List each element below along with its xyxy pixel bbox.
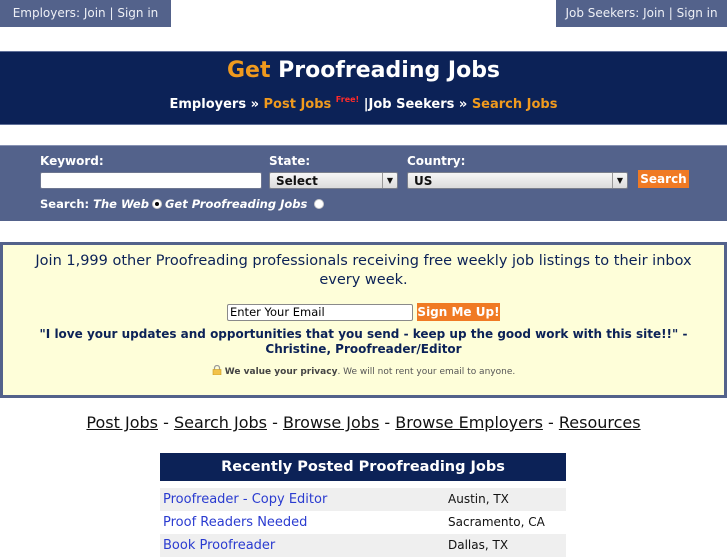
post-jobs-link[interactable]: Post Jobs — [86, 413, 158, 432]
employers-label: Employers: — [12, 6, 80, 20]
search-bar: Keyword: State: Select ▼ Country: US ▼ S… — [0, 145, 727, 221]
job-location: Sacramento, CA — [448, 515, 545, 529]
privacy-note: We value your privacy. We will not rent … — [3, 365, 724, 377]
country-label: Country: — [407, 154, 466, 168]
job-seekers-label: Job Seekers » — [368, 97, 468, 112]
state-select-value: Select — [276, 174, 318, 188]
link-separator: - — [542, 413, 559, 432]
employers-signin-link[interactable]: Sign in — [117, 6, 158, 20]
state-label: State: — [269, 154, 311, 168]
signup-pitch: Join 1,999 other Proofreading profession… — [35, 253, 692, 288]
header-subnav: Employers » Post Jobs Free! |Job Seekers… — [0, 91, 727, 114]
job-location: Dallas, TX — [448, 538, 509, 552]
search-scope-label: Search: — [40, 197, 90, 211]
job-title-link[interactable]: Book Proofreader — [163, 534, 275, 557]
recent-jobs-list: Proofreader - Copy Editor Austin, TX Pro… — [160, 488, 566, 557]
email-row: Enter Your Email Sign Me Up! — [3, 303, 724, 324]
country-select-value: US — [414, 174, 433, 188]
jobseekers-signin-link[interactable]: Sign in — [677, 6, 718, 20]
lock-icon — [212, 365, 222, 375]
site-title[interactable]: Get Proofreading Jobs — [0, 57, 727, 85]
scope-web-label: The Web — [93, 197, 149, 211]
sign-me-up-button[interactable]: Sign Me Up! — [417, 303, 500, 321]
email-input[interactable]: Enter Your Email — [227, 304, 413, 321]
testimonial-quote: "I love your updates and opportunities t… — [39, 327, 688, 356]
jobseekers-label: Job Seekers: — [565, 6, 640, 20]
jobseekers-join-link[interactable]: Join — [643, 6, 665, 20]
privacy-text: . We will not rent your email to anyone. — [337, 367, 516, 377]
scope-site-label: Get Proofreading Jobs — [164, 197, 308, 211]
post-jobs-link[interactable]: Post Jobs — [264, 97, 332, 112]
search-jobs-link[interactable]: Search Jobs — [174, 413, 267, 432]
separator: | — [109, 6, 114, 20]
chevron-down-icon: ▼ — [612, 173, 627, 188]
job-row: Proof Readers Needed Sacramento, CA — [160, 511, 566, 534]
chevron-down-icon: ▼ — [382, 173, 397, 188]
recent-jobs-heading: Recently Posted Proofreading Jobs — [160, 453, 566, 481]
employers-account-tab: Employers: Join | Sign in — [0, 0, 171, 27]
job-title-link[interactable]: Proof Readers Needed — [163, 511, 307, 534]
newsletter-signup: Join 1,999 other Proofreading profession… — [0, 242, 727, 398]
job-row: Proofreader - Copy Editor Austin, TX — [160, 488, 566, 511]
jobseekers-account-tab: Job Seekers: Join | Sign in — [556, 0, 727, 27]
job-row: Book Proofreader Dallas, TX — [160, 534, 566, 557]
keyword-input[interactable] — [40, 172, 262, 189]
browse-jobs-link[interactable]: Browse Jobs — [283, 413, 379, 432]
state-select[interactable]: Select ▼ — [269, 172, 398, 189]
site-title-rest: Proofreading Jobs — [278, 58, 501, 83]
main-links: Post Jobs - Search Jobs - Browse Jobs - … — [0, 413, 727, 432]
top-bar: Employers: Join | Sign in Job Seekers: J… — [0, 0, 727, 27]
search-scope: Search: The Web Get Proofreading Jobs — [40, 197, 327, 211]
search-jobs-link[interactable]: Search Jobs — [472, 97, 558, 112]
keyword-label: Keyword: — [40, 154, 104, 168]
separator: | — [668, 6, 673, 20]
country-select[interactable]: US ▼ — [407, 172, 628, 189]
free-badge: Free! — [335, 95, 360, 104]
search-button[interactable]: Search — [638, 170, 689, 188]
privacy-bold: We value your privacy — [224, 367, 338, 377]
resources-link[interactable]: Resources — [559, 413, 641, 432]
employers-join-link[interactable]: Join — [84, 6, 106, 20]
site-title-accent: Get — [226, 58, 271, 83]
job-location: Austin, TX — [448, 492, 509, 506]
job-title-link[interactable]: Proofreader - Copy Editor — [163, 488, 327, 511]
link-separator: - — [379, 413, 396, 432]
scope-web-radio[interactable] — [151, 199, 162, 209]
link-separator: - — [157, 413, 174, 432]
employers-label: Employers » — [169, 97, 259, 112]
browse-employers-link[interactable]: Browse Employers — [395, 413, 543, 432]
link-separator: - — [267, 413, 283, 432]
scope-site-radio[interactable] — [314, 199, 325, 209]
site-header: Get Proofreading Jobs Employers » Post J… — [0, 51, 727, 125]
